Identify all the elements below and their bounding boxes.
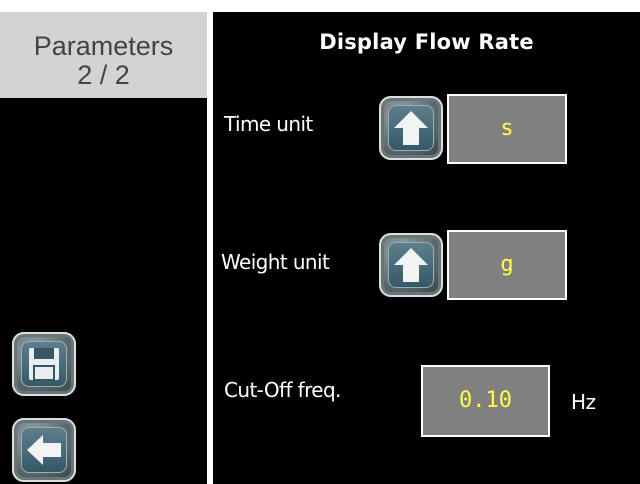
sidebar-title: Parameters [33, 31, 174, 61]
cutoff-freq-value[interactable]: 0.10 [421, 365, 550, 437]
back-button[interactable] [12, 418, 76, 482]
time-unit-up-button[interactable] [379, 96, 443, 160]
up-arrow-icon [394, 111, 428, 145]
cutoff-freq-label: Cut-Off freq. [224, 378, 341, 402]
left-arrow-icon [27, 435, 61, 465]
sidebar-header: Parameters 2 / 2 [0, 12, 207, 98]
weight-unit-up-button[interactable] [379, 233, 443, 297]
screen: Parameters 2 / 2 Display Flow Rate Time … [0, 0, 640, 484]
weight-unit-label: Weight unit [221, 250, 330, 274]
main-panel: Display Flow Rate Time unit s Weight uni… [213, 12, 640, 484]
time-unit-label: Time unit [224, 112, 313, 136]
up-arrow-icon [394, 248, 428, 282]
weight-unit-value[interactable]: g [447, 230, 567, 300]
time-unit-value[interactable]: s [447, 94, 567, 164]
floppy-disk-icon [29, 348, 59, 381]
page-indicator: 2 / 2 [77, 60, 130, 90]
save-button[interactable] [12, 332, 76, 396]
cutoff-freq-unit: Hz [571, 390, 596, 414]
sidebar: Parameters 2 / 2 [0, 12, 207, 484]
page-title: Display Flow Rate [319, 30, 534, 54]
